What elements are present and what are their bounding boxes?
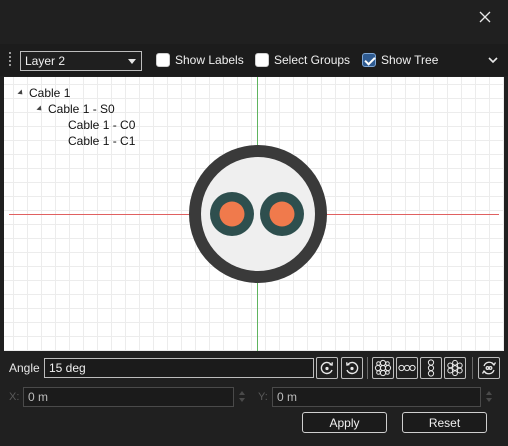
close-icon	[479, 11, 491, 23]
x-position-input[interactable]	[23, 387, 234, 407]
x-spinner[interactable]	[237, 388, 247, 406]
position-row: X: Y:	[0, 384, 508, 410]
show-labels-label: Show Labels	[175, 53, 244, 67]
bundle-flower-button[interactable]	[444, 357, 466, 379]
layer-dropdown[interactable]: Layer 2	[20, 51, 142, 71]
toolbar: Layer 2 Show Labels Select Groups Show T…	[0, 44, 508, 76]
show-labels-checkbox[interactable]: Show Labels	[156, 53, 244, 67]
bundle-circular-icon	[374, 359, 392, 377]
toolbar-separator	[367, 357, 368, 379]
cable-cross-section	[189, 145, 327, 283]
title-bar	[0, 0, 508, 32]
toolbar-grip-icon[interactable]	[8, 52, 12, 68]
twist-button[interactable]	[478, 357, 500, 379]
core-conductor-1[interactable]	[269, 201, 295, 227]
rotate-cw-button[interactable]	[316, 357, 338, 379]
bundle-circular-button[interactable]	[372, 357, 394, 379]
x-label: X:	[9, 391, 20, 403]
bundle-flower-icon	[447, 359, 463, 377]
select-groups-box[interactable]	[255, 53, 269, 67]
twist-icon	[481, 361, 497, 375]
angle-row: Angle	[0, 352, 508, 382]
apply-button[interactable]: Apply	[302, 412, 387, 433]
select-groups-checkbox[interactable]: Select Groups	[255, 53, 350, 67]
core-conductor-0[interactable]	[219, 201, 245, 227]
bundle-horizontal-icon	[398, 364, 416, 372]
rotate-ccw-icon	[346, 361, 359, 375]
rotate-cw-icon	[320, 361, 333, 375]
reset-button[interactable]: Reset	[402, 412, 487, 433]
overflow-chevron-icon[interactable]	[488, 56, 498, 64]
bundle-horizontal-button[interactable]	[396, 357, 418, 379]
select-groups-label: Select Groups	[274, 53, 351, 67]
show-tree-box[interactable]	[362, 53, 376, 67]
y-label: Y:	[258, 391, 268, 403]
angle-input[interactable]	[44, 358, 314, 378]
toolbar-separator	[472, 357, 473, 379]
rotate-ccw-button[interactable]	[341, 357, 363, 379]
bundle-vertical-button[interactable]	[420, 357, 442, 379]
layer-dropdown-value: Layer 2	[25, 54, 66, 68]
y-spinner[interactable]	[484, 388, 494, 406]
y-position-input[interactable]	[272, 387, 481, 407]
bundle-vertical-icon	[427, 359, 435, 377]
chevron-down-icon	[128, 59, 136, 64]
angle-label: Angle	[9, 361, 40, 375]
show-tree-checkbox[interactable]: Show Tree	[362, 53, 438, 67]
show-tree-label: Show Tree	[381, 53, 439, 67]
show-labels-box[interactable]	[156, 53, 170, 67]
close-button[interactable]	[474, 6, 496, 28]
cable-canvas[interactable]: Cable 1 Cable 1 - S0 Cable 1 - C0 Cable …	[4, 77, 504, 351]
